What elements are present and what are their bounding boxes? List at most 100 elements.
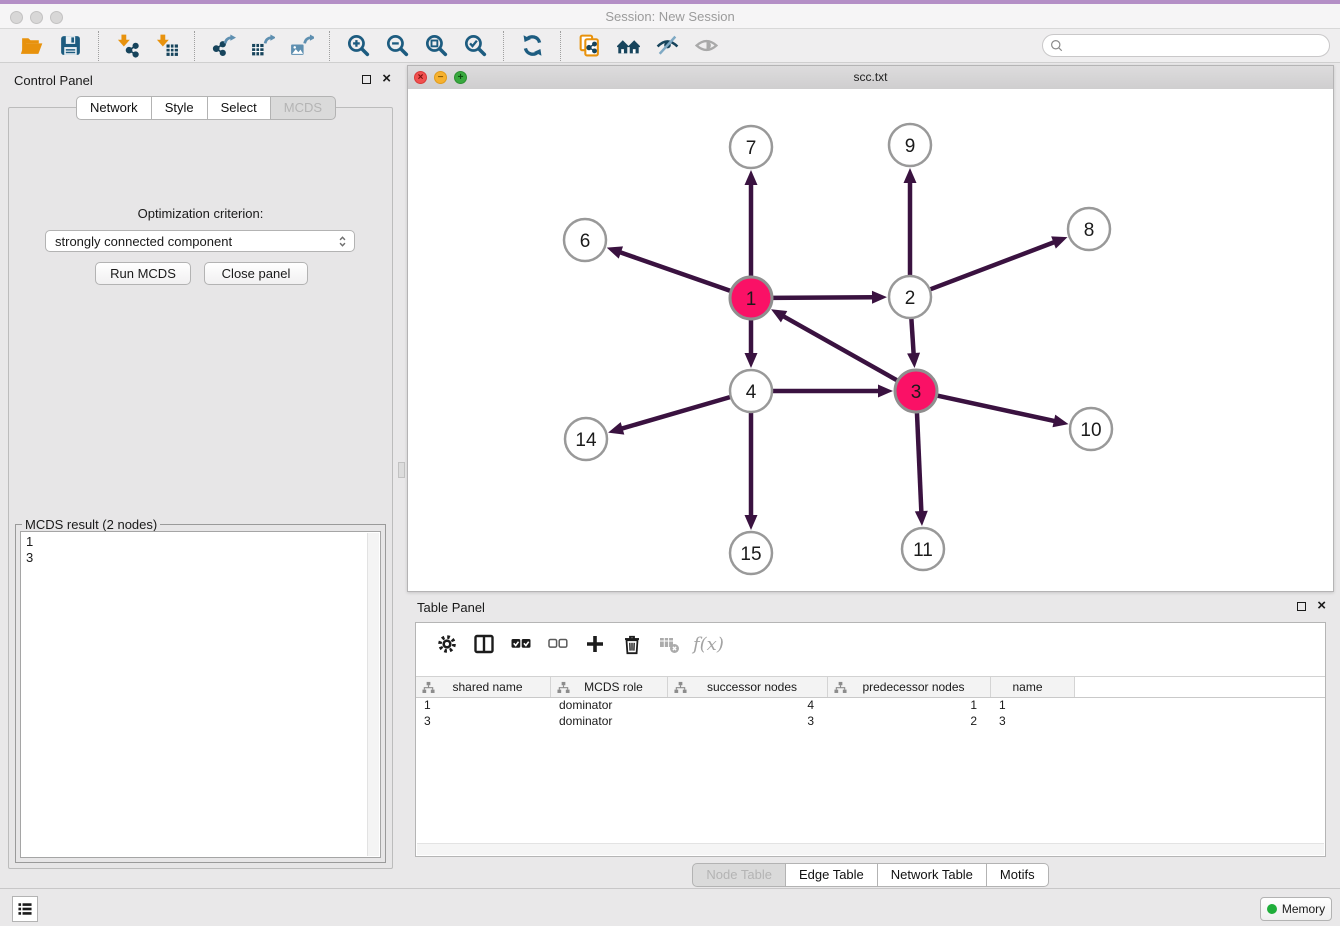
mcds-result-line: 3 [26, 550, 380, 566]
toolbar-separator [503, 31, 505, 61]
control-panel-tabs: NetworkStyleSelectMCDS [76, 96, 336, 120]
table-panel-body: f(x) shared nameMCDS rolesuccessor nodes… [415, 622, 1326, 857]
table-hscrollbar[interactable] [417, 843, 1324, 855]
splitter-grip[interactable] [398, 462, 405, 478]
tab-network[interactable]: Network [76, 96, 152, 120]
open-session-button[interactable] [12, 30, 51, 62]
tab-motifs[interactable]: Motifs [987, 863, 1049, 887]
node-label-7: 7 [746, 138, 757, 159]
select-all-icon [510, 633, 532, 655]
hide-selected-button[interactable] [648, 30, 687, 62]
export-network-icon [211, 33, 236, 58]
zoom-selected-region-button[interactable] [456, 30, 495, 62]
edge-3-11[interactable] [917, 412, 921, 513]
column-header-name[interactable]: name [991, 677, 1075, 697]
unselect-all-columns-button[interactable] [539, 627, 576, 661]
show-columns-button[interactable] [465, 627, 502, 661]
export-table-button[interactable] [243, 30, 282, 62]
network-window-titlebar[interactable]: × − + scc.txt [408, 66, 1333, 90]
edge-2-3[interactable] [911, 318, 913, 355]
float-table-panel-icon[interactable] [1297, 602, 1306, 611]
show-eye-icon [694, 33, 719, 58]
table-header: shared nameMCDS role successor nodes prede… [416, 676, 1325, 698]
memory-label: Memory [1282, 902, 1325, 916]
tab-edge-table[interactable]: Edge Table [786, 863, 878, 887]
show-all-button [687, 30, 726, 62]
tab-mcds[interactable]: MCDS [271, 96, 336, 120]
control-panel-title: Control Panel [14, 73, 93, 88]
zoom-out-button[interactable] [378, 30, 417, 62]
edge-1-6[interactable] [619, 252, 731, 291]
tab-select[interactable]: Select [208, 96, 271, 120]
column-header-MCDS-role[interactable]: MCDS role [551, 677, 668, 697]
task-history-button[interactable] [12, 896, 38, 922]
column-header-predecessor-nodes[interactable]: predecessor nodes [828, 677, 991, 697]
status-bar: Memory [0, 888, 1340, 926]
mcds-scrollbar[interactable] [367, 533, 379, 856]
table-row[interactable]: 1dominator411 [416, 697, 1325, 713]
search-field[interactable] [1042, 34, 1330, 57]
zoom-fit-content-button[interactable] [417, 30, 456, 62]
run-mcds-button[interactable]: Run MCDS [95, 262, 191, 285]
table-options-button[interactable] [428, 627, 465, 661]
save-session-button[interactable] [51, 30, 90, 62]
import-table-button[interactable] [147, 30, 186, 62]
edge-arrowhead [745, 353, 758, 368]
hierarchy-icon [834, 681, 847, 694]
column-header-shared-name[interactable]: shared name [416, 677, 551, 697]
edge-2-8[interactable] [930, 242, 1056, 290]
apply-layout-button[interactable] [513, 30, 552, 62]
window-title: Session: New Session [0, 9, 1340, 24]
edge-arrowhead [607, 246, 623, 258]
mcds-result-text[interactable]: 13 [20, 531, 381, 858]
node-label-14: 14 [575, 430, 597, 451]
search-input[interactable] [1064, 36, 1329, 56]
node-label-2: 2 [905, 288, 916, 309]
close-panel-button[interactable]: Close panel [204, 262, 308, 285]
column-header-successor-nodes[interactable]: successor nodes [668, 677, 828, 697]
close-table-panel-icon[interactable]: × [1317, 601, 1326, 610]
table-cell: 4 [668, 697, 828, 713]
create-column-button[interactable] [576, 627, 613, 661]
selected-option: strongly connected component [46, 234, 336, 249]
tab-style[interactable]: Style [152, 96, 208, 120]
edge-arrowhead [1052, 415, 1068, 428]
column-header-label: successor nodes [691, 680, 823, 694]
edge-1-2[interactable] [772, 297, 874, 298]
edge-3-10[interactable] [937, 395, 1056, 421]
column-header-label: name [995, 680, 1070, 694]
zoom-selected-icon [463, 33, 488, 58]
export-image-button[interactable] [282, 30, 321, 62]
save-icon [58, 33, 83, 58]
edge-arrowhead [745, 515, 758, 530]
optimization-criterion-select[interactable]: strongly connected component [45, 230, 355, 252]
node-label-6: 6 [580, 231, 591, 252]
tab-node-table[interactable]: Node Table [692, 863, 786, 887]
node-label-1: 1 [746, 289, 757, 310]
float-panel-icon[interactable] [362, 75, 371, 84]
export-network-button[interactable] [204, 30, 243, 62]
mcds-result-line: 1 [26, 534, 380, 550]
select-all-columns-button[interactable] [502, 627, 539, 661]
import-table-icon [154, 33, 179, 58]
close-panel-icon[interactable]: × [382, 74, 391, 83]
table-cell: 3 [416, 713, 551, 729]
hide-eye-icon [655, 33, 680, 58]
clone-network-button[interactable] [570, 30, 609, 62]
network-canvas[interactable]: 7968124314101511 [408, 89, 1333, 591]
toolbar-separator [194, 31, 196, 61]
edge-arrowhead [745, 170, 758, 185]
zoom-in-button[interactable] [339, 30, 378, 62]
table-row[interactable]: 3dominator323 [416, 713, 1325, 729]
table-cell: 1 [828, 697, 991, 713]
import-network-button[interactable] [108, 30, 147, 62]
application-window: Session: New Session Control Panel × Opt… [0, 0, 1340, 926]
node-label-8: 8 [1084, 220, 1095, 241]
edge-4-14[interactable] [621, 397, 731, 429]
edge-3-1[interactable] [782, 316, 897, 381]
first-neighbors-button[interactable] [609, 30, 648, 62]
tab-network-table[interactable]: Network Table [878, 863, 987, 887]
list-icon [16, 900, 34, 918]
memory-button[interactable]: Memory [1260, 897, 1332, 921]
delete-columns-button[interactable] [613, 627, 650, 661]
